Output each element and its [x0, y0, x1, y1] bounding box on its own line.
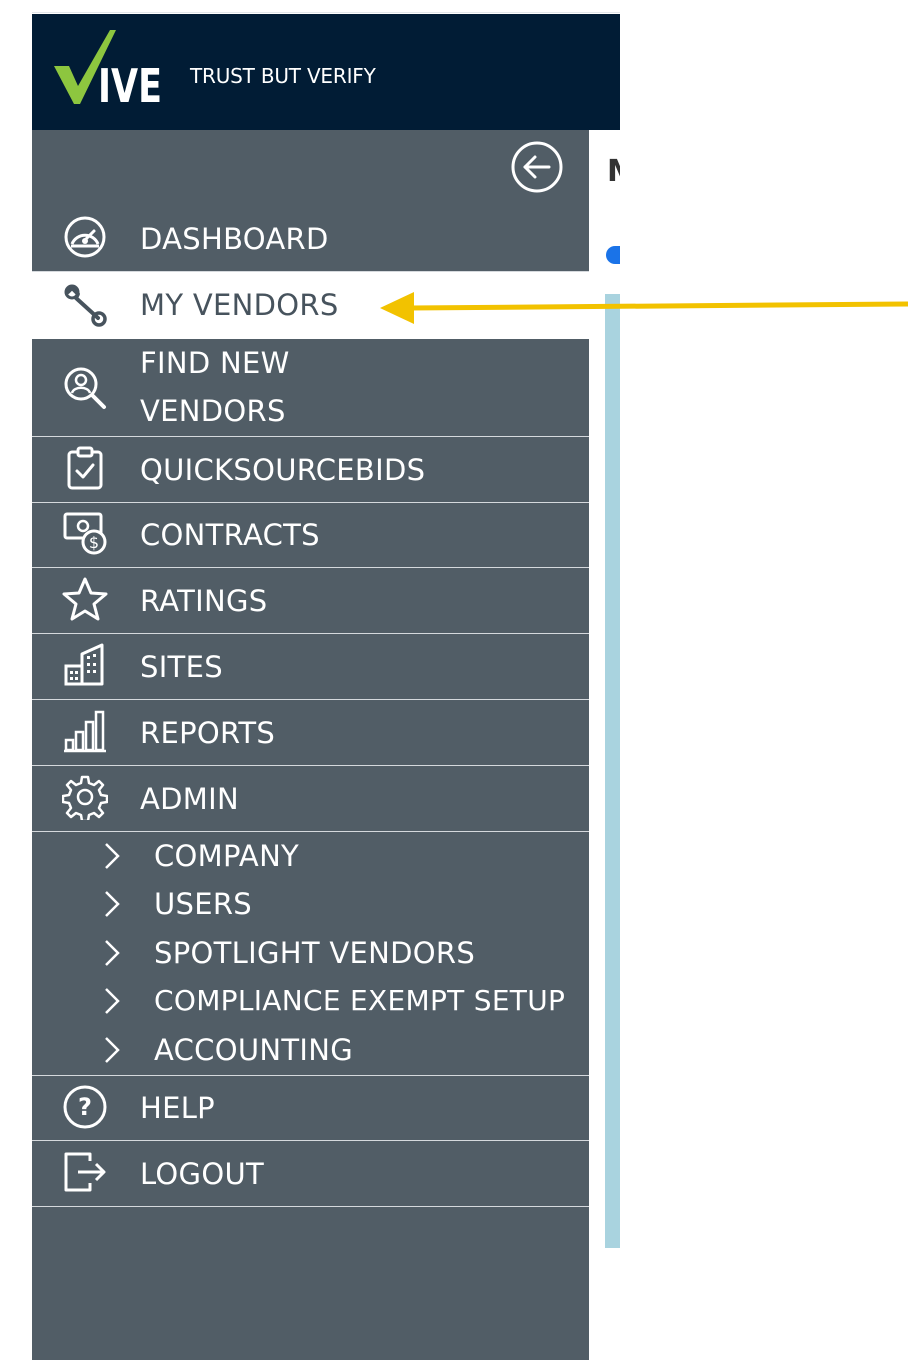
sidebar-item-label: SITES: [140, 650, 223, 684]
admin-sub-label: ACCOUNTING: [154, 1033, 354, 1067]
sidebar-item-quicksourcebids[interactable]: QUICKSOURCEBIDS: [32, 437, 589, 503]
wrench-icon: [64, 284, 107, 327]
chevron-right-icon: [105, 1037, 120, 1063]
buildings-icon: [64, 643, 104, 686]
admin-sub-label: USERS: [154, 887, 253, 921]
admin-sub-accounting[interactable]: ACCOUNTING: [100, 1026, 589, 1074]
svg-text:IVE: IVE: [98, 59, 162, 104]
sidebar-item-help[interactable]: ? HELP: [32, 1076, 589, 1141]
sidebar-item-find-new-vendors[interactable]: FIND NEW VENDORS: [32, 339, 589, 437]
sidebar-item-label: LOGOUT: [140, 1157, 264, 1191]
sidebar-item-label: REPORTS: [140, 716, 276, 750]
top-divider: [32, 12, 620, 13]
search-person-icon: [64, 367, 106, 409]
map-strip[interactable]: [605, 294, 620, 1248]
chevron-right-icon: [105, 843, 120, 869]
sidebar-item-label: HELP: [140, 1091, 215, 1125]
sidebar-item-label: CONTRACTS: [140, 518, 320, 552]
sidebar-item-logout[interactable]: LOGOUT: [32, 1141, 589, 1207]
sidebar-item-admin[interactable]: ADMIN: [32, 766, 589, 832]
sidebar-item-label: QUICKSOURCEBIDS: [140, 453, 426, 487]
app-header: IVE TRUST BUT VERIFY: [32, 14, 620, 130]
status-indicator: [606, 246, 620, 264]
money-dollar-icon: $: [63, 512, 107, 555]
sidebar-item-ratings[interactable]: RATINGS: [32, 568, 589, 634]
admin-sub-spotlight-vendors[interactable]: SPOTLIGHT VENDORS: [100, 929, 589, 977]
sidebar-item-sites[interactable]: SITES: [32, 634, 589, 700]
sidebar-item-label: ADMIN: [140, 782, 239, 816]
admin-sub-users[interactable]: USERS: [100, 880, 589, 928]
header-tagline: TRUST BUT VERIFY: [190, 64, 376, 88]
sidebar-item-label-line2: VENDORS: [140, 394, 286, 428]
sidebar-item-label: RATINGS: [140, 584, 268, 618]
admin-sub-label: SPOTLIGHT VENDORS: [154, 936, 476, 970]
svg-text:?: ?: [78, 1093, 92, 1121]
sidebar-item-reports[interactable]: REPORTS: [32, 700, 589, 766]
chevron-right-icon: [105, 988, 120, 1014]
admin-sub-compliance-exempt-setup[interactable]: COMPLIANCE EXEMPT SETUP: [100, 977, 589, 1025]
page-title-fragment: M: [607, 154, 620, 189]
sidebar-item-contracts[interactable]: $ CONTRACTS: [32, 503, 589, 568]
sidebar-item-label: MY VENDORS: [140, 288, 339, 322]
vive-logo[interactable]: IVE: [54, 30, 164, 104]
collapse-sidebar-icon[interactable]: [510, 140, 564, 194]
sidebar-item-dashboard[interactable]: DASHBOARD: [32, 206, 589, 272]
sidebar-item-label: DASHBOARD: [140, 222, 329, 256]
clipboard-check-icon: [67, 446, 103, 490]
chevron-right-icon: [105, 940, 120, 966]
star-icon: [62, 577, 108, 621]
gear-icon: [62, 775, 108, 820]
bar-chart-icon: [64, 710, 106, 753]
speedometer-icon: [64, 216, 106, 258]
logout-icon: [64, 1152, 106, 1192]
admin-sub-label: COMPANY: [154, 839, 300, 873]
svg-text:$: $: [89, 533, 99, 552]
admin-sub-company[interactable]: COMPANY: [100, 832, 589, 880]
annotation-arrow-icon: [380, 292, 908, 324]
admin-sub-label: COMPLIANCE EXEMPT SETUP: [154, 984, 566, 1017]
sidebar-item-label-line1: FIND NEW: [140, 346, 290, 380]
chevron-right-icon: [105, 891, 120, 917]
question-circle-icon: ?: [63, 1085, 107, 1129]
